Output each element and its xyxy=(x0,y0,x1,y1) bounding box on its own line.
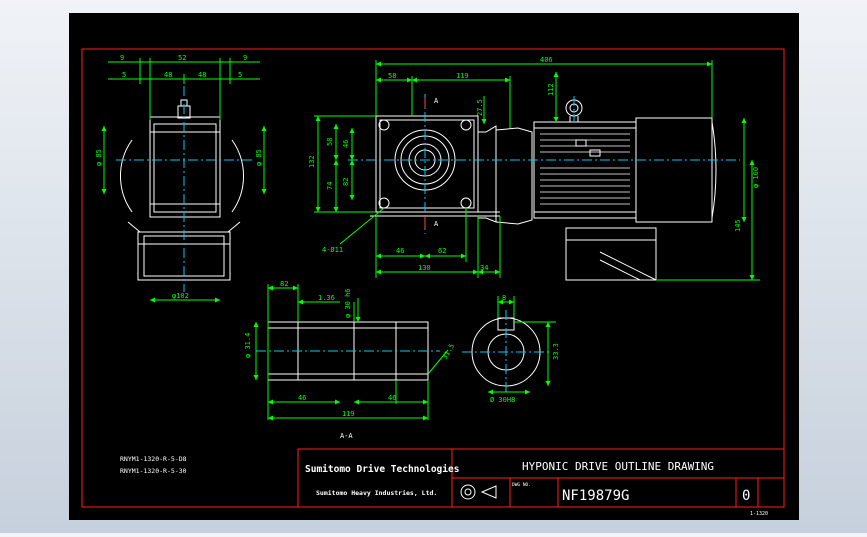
dim-bore-33-3: 33.3 xyxy=(552,343,560,360)
drawing-sheet xyxy=(69,13,799,520)
dim-shaft-119: 119 xyxy=(342,410,355,418)
dim-key-8: 8 xyxy=(502,294,506,302)
dim-119: 119 xyxy=(456,72,469,80)
dim-end-top-9a: 9 xyxy=(120,54,124,62)
dim-74: 74 xyxy=(326,182,334,190)
dim-end-right-dia: φ 85 xyxy=(255,149,263,166)
dim-end-5b: 5 xyxy=(238,71,242,79)
dim-82: 82 xyxy=(342,178,350,186)
dim-27-5: 27.5 xyxy=(476,99,484,116)
dim-bore-dia: Ø 30H8 xyxy=(490,396,515,404)
dim-motor-dia: φ 160 xyxy=(752,167,760,188)
drawing-number: NF19879G xyxy=(562,488,629,504)
dim-end-48a: 48 xyxy=(164,71,172,79)
company-name: Sumitomo Drive Technologies xyxy=(305,464,459,475)
dim-shaft-46a: 46 xyxy=(298,394,306,402)
dim-145: 145 xyxy=(734,219,742,232)
dim-shaft-dia: φ 31.4 xyxy=(244,333,252,358)
dwg-label: DWG NO. xyxy=(512,482,531,488)
dim-58-vertical: 58 xyxy=(326,138,334,146)
model-note-1: RNYM1-1320-R-5-D8 xyxy=(120,455,187,463)
drawing-title: HYPONIC DRIVE OUTLINE DRAWING xyxy=(522,460,714,473)
dim-shaft-phi30: φ 30 h6 xyxy=(344,288,352,318)
dim-overall-406: 406 xyxy=(540,56,553,64)
dim-end-5a: 5 xyxy=(122,71,126,79)
dim-bottom-62: 62 xyxy=(438,247,446,255)
revision: 0 xyxy=(742,488,750,504)
dim-bottom-34: 34 xyxy=(480,264,488,272)
dim-shaft-46b: 46 xyxy=(388,394,396,402)
section-label-a-a: A-A xyxy=(340,432,353,440)
parent-company: Sumitomo Heavy Industries, Ltd. xyxy=(316,489,437,497)
dim-46-vertical: 46 xyxy=(342,140,350,148)
dim-holes: 4-Ø11 xyxy=(322,246,343,254)
dim-end-bottom-dia: φ102 xyxy=(172,292,189,300)
dim-bottom-46: 46 xyxy=(396,247,404,255)
dim-132: 132 xyxy=(308,155,316,168)
dim-shaft-1-36: 1.36 xyxy=(318,294,335,302)
cad-viewport[interactable]: 9 52 9 5 48 48 5 φ 85 φ 85 φ102 A A 406 … xyxy=(0,0,867,533)
drawing-canvas[interactable]: 9 52 9 5 48 48 5 φ 85 φ 85 φ102 A A 406 … xyxy=(0,0,867,533)
model-note-2: RNYM1-1320-R-5-30 xyxy=(120,467,187,475)
dim-shaft-82: 82 xyxy=(280,280,288,288)
dim-end-top-9b: 9 xyxy=(243,54,247,62)
dim-end-48b: 48 xyxy=(198,71,206,79)
dim-58: 58 xyxy=(388,72,396,80)
dim-end-top-52: 52 xyxy=(178,54,186,62)
sheet-tag: 1-1320 xyxy=(750,511,768,517)
dim-end-left-dia: φ 85 xyxy=(95,149,103,166)
dim-bottom-130: 130 xyxy=(418,264,431,272)
dim-112: 112 xyxy=(547,83,555,96)
